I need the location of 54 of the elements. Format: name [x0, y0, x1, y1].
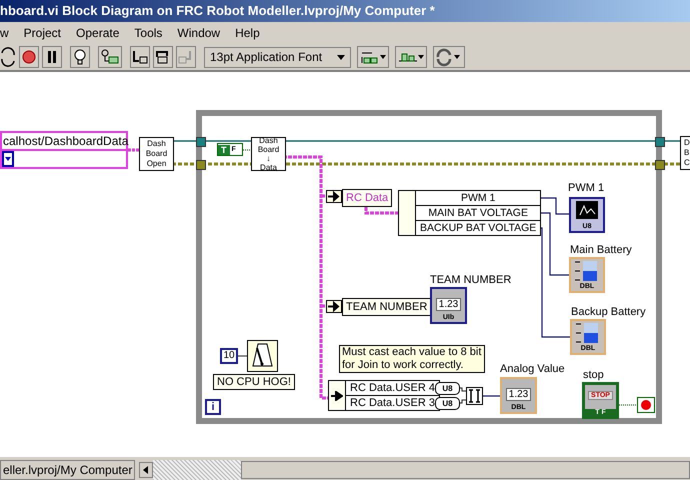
step-out-icon: [176, 46, 196, 68]
pause-icon[interactable]: [42, 46, 62, 68]
dropdown-arrow-icon: [337, 54, 345, 60]
element-name: PWM 1: [416, 191, 540, 206]
arrow-icon: [331, 390, 343, 400]
indicator-label: Backup Battery: [571, 306, 646, 318]
retain-wire-values-icon[interactable]: [98, 46, 122, 68]
join-numbers-icon: [466, 387, 483, 405]
element-name: MAIN BAT VOLTAGE: [416, 206, 540, 221]
unbundle-arrow-icon: [326, 190, 342, 203]
conversion-node: U8: [435, 397, 460, 410]
project-tab[interactable]: eller.lvproj/My Computer: [0, 460, 136, 480]
window-title: hboard.vi Block Diagram on FRC Robot Modeller.lvproj/My Computer *: [0, 3, 435, 18]
cluster-label: RC Data: [342, 189, 392, 207]
step-over-icon[interactable]: [153, 46, 173, 68]
indicator-label: Main Battery: [570, 244, 632, 256]
loop-tunnel: [196, 160, 206, 170]
node-label: NO CPU HOG!: [213, 374, 295, 390]
loop-tunnel: [655, 137, 665, 147]
menu-item[interactable]: Window: [177, 26, 220, 40]
element-name: TEAM NUMBER: [342, 298, 432, 316]
indicator-label: PWM 1: [568, 182, 604, 194]
abort-icon[interactable]: [19, 46, 39, 68]
conversion-node: U8: [435, 382, 460, 395]
menu-item[interactable]: Tools: [134, 26, 162, 40]
distribute-objects-icon[interactable]: [395, 46, 427, 68]
stop-condition-icon: [637, 397, 655, 413]
step-into-icon[interactable]: [130, 46, 150, 68]
unbundle-arrow-icon: [326, 300, 342, 313]
dashboard-open-node: Dash Board Open: [139, 137, 174, 171]
iteration-terminal: i: [205, 399, 221, 415]
menu-item[interactable]: Project: [24, 26, 62, 40]
loop-tunnel: [655, 160, 665, 170]
comment-note: Must cast each value to 8 bit for Join to work correctly.: [339, 345, 485, 373]
element-name: RC Data.USER 4: [346, 381, 439, 396]
metronome-icon: [247, 340, 278, 372]
partial-node: D B C: [680, 136, 690, 170]
reorder-icon[interactable]: [433, 46, 465, 68]
menu-item[interactable]: w: [0, 26, 9, 40]
scroll-left-icon[interactable]: [139, 462, 154, 478]
horizontal-scrollbar[interactable]: [241, 460, 690, 478]
align-objects-icon[interactable]: [357, 46, 389, 68]
indicator-label: Analog Value: [500, 363, 565, 375]
indicator-label: TEAM NUMBER: [430, 274, 512, 286]
menu-item[interactable]: Operate: [76, 26, 120, 40]
run-continuously-icon[interactable]: [0, 47, 16, 67]
lightbulb-icon[interactable]: [70, 46, 90, 68]
font-dropdown[interactable]: 13pt Application Font: [204, 46, 351, 68]
loop-tunnel: [196, 137, 206, 147]
element-name: RC Data.USER 3: [346, 396, 439, 410]
indicator-label: stop: [583, 369, 604, 381]
numeric-constant: 10: [220, 348, 238, 364]
element-name: BACKUP BAT VOLTAGE: [416, 221, 540, 235]
menu-item[interactable]: Help: [235, 26, 260, 40]
